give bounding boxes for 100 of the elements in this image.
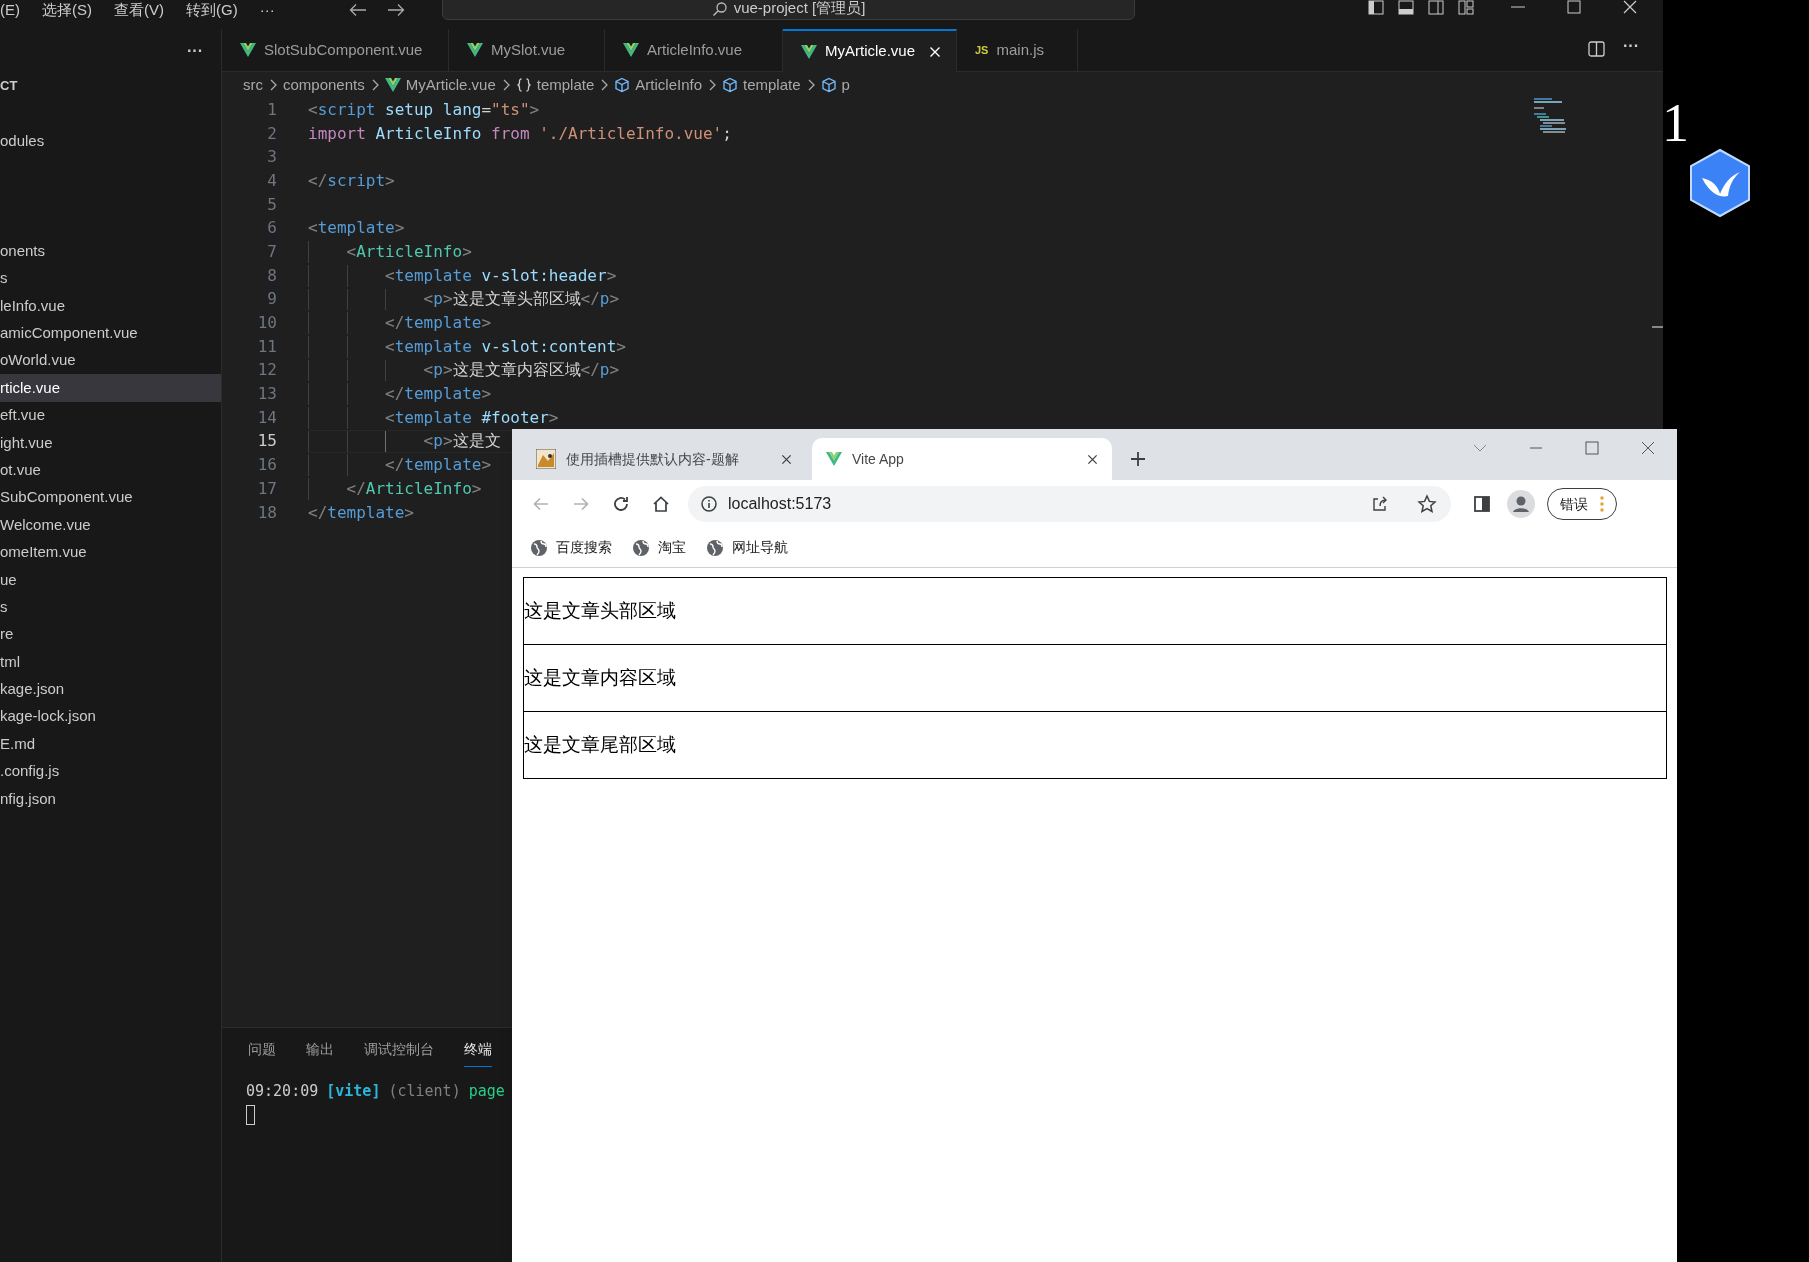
code-line: <script setup lang="ts"> [308, 98, 540, 121]
menu-item[interactable]: (E) [0, 0, 20, 22]
breadcrumb-item[interactable]: components [283, 73, 365, 97]
terminal-text: page [468, 1081, 505, 1102]
file-tree-item[interactable]: ue [0, 566, 221, 594]
chevron-icon [268, 79, 278, 91]
file-tree-item[interactable]: ight.vue [0, 429, 221, 457]
file-tree-item[interactable]: amicComponent.vue [0, 319, 221, 347]
menu-item[interactable]: 选择(S) [42, 0, 92, 22]
article-section: 这是文章内容区域 [523, 644, 1667, 712]
command-center-search[interactable]: vue-project [管理员] [442, 0, 1135, 20]
file-tree-item[interactable]: nfig.json [0, 785, 221, 813]
more-actions-button[interactable]: ··· [1623, 38, 1639, 54]
globe-icon [632, 538, 650, 557]
line-number: 9 [266, 288, 277, 311]
file-tree-item[interactable]: rticle.vue [0, 374, 221, 402]
file-tree-item[interactable]: ot.vue [0, 456, 221, 484]
scrollbar-thumb[interactable] [1652, 326, 1663, 328]
file-tree-item[interactable]: re [0, 620, 221, 649]
code-line: <template v-slot:content> [384, 335, 626, 358]
panel-tab[interactable]: 输出 [306, 1039, 334, 1067]
browser-tab[interactable]: 使用插槽提供默认内容-题解 [522, 438, 806, 480]
profile-avatar-icon[interactable] [1507, 490, 1535, 518]
editor-tab[interactable]: MySlot.vue [449, 29, 605, 71]
breadcrumb-item[interactable]: p [820, 73, 850, 97]
line-number: 16 [256, 454, 277, 477]
line-number: 18 [256, 501, 277, 524]
menu-dots-icon [1600, 496, 1604, 512]
bookmark-item[interactable]: 百度搜索 [530, 537, 612, 558]
file-tree-item[interactable]: leInfo.vue [0, 292, 221, 320]
line-number: 15 [256, 430, 277, 453]
new-tab-icon[interactable] [1130, 451, 1146, 467]
browser-tab[interactable]: Vite App [812, 438, 1112, 480]
breadcrumb-item[interactable]: template [515, 73, 595, 97]
file-tree-item[interactable]: .config.js [0, 757, 221, 786]
dropdown-caret-icon[interactable] [1473, 443, 1487, 453]
code-line: import ArticleInfo from './ArticleInfo.vue'; [308, 122, 732, 145]
breadcrumb-item[interactable]: src [243, 73, 263, 97]
breadcrumb-item[interactable]: ArticleInfo [614, 73, 702, 97]
forward-arrow-icon[interactable] [386, 2, 405, 17]
panel-layout-icon[interactable] [1398, 0, 1414, 15]
panel-tab[interactable]: 问题 [248, 1039, 276, 1067]
more-actions-button[interactable]: ··· [187, 38, 203, 63]
menu-item[interactable]: 转到(G) [186, 0, 238, 22]
vue-logo-icon [623, 43, 639, 57]
breadcrumb-item[interactable]: MyArticle.vue [384, 73, 496, 97]
menu-item[interactable]: ··· [259, 0, 275, 22]
secondary-sidebar-icon[interactable] [1428, 0, 1444, 15]
bookmark-item[interactable]: 淘宝 [632, 537, 686, 558]
file-tree-item[interactable]: Welcome.vue [0, 511, 221, 539]
code-line: <p>这是文章内容区域</p> [422, 359, 620, 382]
file-tree-item[interactable]: onents [0, 237, 221, 265]
file-tree-item[interactable]: tml [0, 648, 221, 676]
reload-icon[interactable] [612, 495, 630, 513]
code-line: </template> [384, 454, 492, 477]
desktop-number: 1 [1662, 96, 1689, 150]
file-tree-item[interactable]: SubComponent.vue [0, 483, 221, 512]
editor-tab[interactable]: SlotSubComponent.vue [222, 29, 449, 71]
split-editor-icon[interactable] [1588, 41, 1605, 57]
home-icon[interactable] [652, 495, 670, 513]
file-tree-item[interactable]: E.md [0, 730, 221, 758]
file-tree-item[interactable]: kage-lock.json [0, 703, 221, 731]
file-tree-item[interactable]: odules [0, 128, 221, 156]
menu-item[interactable]: 查看(V) [114, 0, 164, 22]
line-number: 13 [256, 383, 277, 406]
editor-tab[interactable]: MyArticle.vue [783, 29, 957, 72]
search-icon [711, 1, 728, 17]
editor-tab[interactable]: JS main.js [957, 29, 1078, 71]
explorer-section-header[interactable]: CT [0, 76, 18, 96]
vue-logo-icon [801, 44, 817, 59]
panel-tab[interactable]: 终端 [464, 1039, 492, 1067]
line-number: 3 [266, 146, 277, 169]
line-number: 12 [256, 359, 277, 382]
line-number: 10 [256, 312, 277, 335]
close-icon[interactable] [781, 453, 792, 465]
address-bar[interactable]: localhost:5173 [688, 486, 1451, 522]
panel-tab[interactable]: 调试控制台 [364, 1039, 434, 1067]
file-tree-item[interactable]: eft.vue [0, 401, 221, 430]
file-tree-item[interactable]: s [0, 593, 221, 621]
breadcrumb-item[interactable]: template [722, 73, 801, 97]
bookmark-item[interactable]: 网址导航 [706, 537, 788, 558]
bird-app-icon[interactable] [1688, 148, 1752, 218]
star-icon[interactable] [1417, 494, 1437, 514]
info-icon[interactable] [700, 495, 718, 513]
terminal-cursor [246, 1104, 255, 1125]
file-tree-item[interactable]: kage.json [0, 675, 221, 704]
file-tree-item[interactable]: oWorld.vue [0, 346, 221, 375]
side-panel-icon[interactable] [1473, 495, 1491, 513]
cube-icon [820, 77, 837, 93]
file-tree-item[interactable]: s [0, 264, 221, 293]
close-icon[interactable] [1087, 453, 1098, 465]
share-icon[interactable] [1371, 495, 1389, 513]
sidebar-layout-icon[interactable] [1368, 0, 1384, 15]
code-line: <p>这是文 [422, 430, 501, 453]
file-tree-item[interactable]: omeItem.vue [0, 538, 221, 567]
js-file-label: JS [975, 42, 989, 58]
globe-icon [706, 538, 724, 557]
line-number: 2 [266, 122, 277, 145]
customize-layout-icon[interactable] [1458, 0, 1474, 15]
back-arrow-icon[interactable] [348, 2, 367, 17]
